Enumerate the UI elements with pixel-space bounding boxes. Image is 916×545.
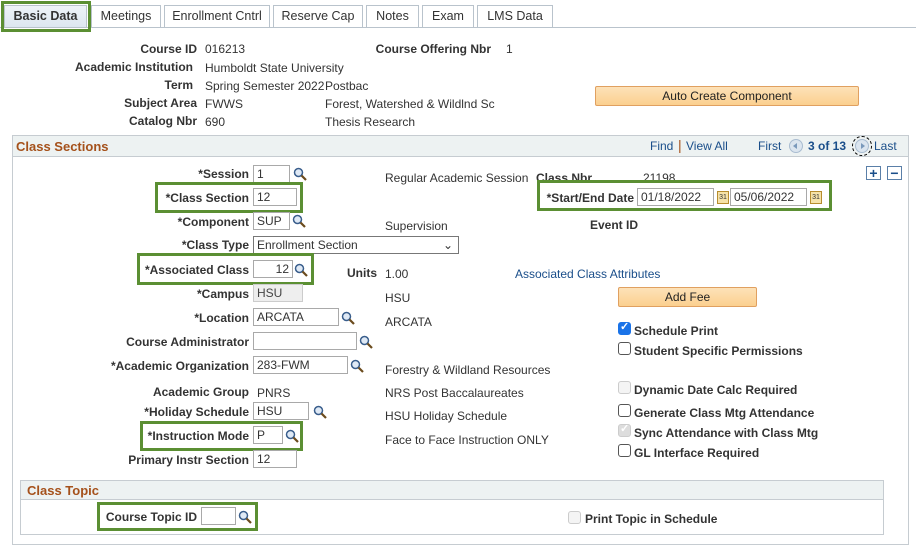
delete-row-icon[interactable]: −: [887, 166, 902, 180]
subject-area-description: Forest, Watershed & Wildlnd Sc: [325, 97, 495, 111]
add-fee-button[interactable]: Add Fee: [618, 287, 757, 307]
academic-organization-lookup-icon[interactable]: [350, 359, 364, 373]
highlight-box: [537, 180, 832, 211]
session-input[interactable]: 1: [253, 165, 290, 183]
chevron-down-icon: ⌄: [442, 238, 453, 252]
subject-area-value: FWWS: [205, 97, 243, 111]
catalog-nbr-label: Catalog Nbr: [128, 114, 197, 128]
holiday-schedule-input[interactable]: HSU: [253, 402, 309, 420]
catalog-description: Thesis Research: [325, 115, 416, 129]
holiday-schedule-label: *Holiday Schedule: [144, 405, 249, 419]
row-position: 3 of 13: [808, 139, 847, 153]
student-specific-permissions-checkbox[interactable]: [618, 342, 631, 355]
location-label: *Location: [194, 311, 249, 325]
tab-enrollment-cntrl[interactable]: Enrollment Cntrl: [164, 5, 270, 27]
view-all-link[interactable]: View All: [686, 139, 728, 153]
course-administrator-lookup-icon[interactable]: [359, 335, 373, 349]
academic-group-value: PNRS: [257, 386, 291, 400]
instruction-mode-description: Face to Face Instruction ONLY: [385, 433, 549, 447]
academic-organization-description: Forestry & Wildland Resources: [385, 363, 551, 377]
class-type-select[interactable]: Enrollment Section ⌄: [253, 236, 459, 254]
schedule-print-checkbox[interactable]: ✓: [618, 321, 631, 335]
next-icon[interactable]: [852, 136, 872, 156]
tab-reserve-cap[interactable]: Reserve Cap: [273, 5, 363, 27]
dynamic-date-calc-checkbox: [618, 381, 631, 394]
associated-class-attributes-link[interactable]: Associated Class Attributes: [515, 267, 660, 281]
primary-instr-section-input[interactable]: 12: [253, 450, 297, 468]
academic-group-description: NRS Post Baccalaureates: [385, 386, 524, 400]
term-value: Spring Semester 2022: [205, 79, 325, 93]
highlight-box: [137, 253, 314, 285]
component-input[interactable]: SUP: [253, 212, 290, 230]
course-administrator-input[interactable]: [253, 332, 357, 350]
location-input[interactable]: ARCATA: [253, 308, 339, 326]
units-value: 1.00: [385, 267, 409, 281]
holiday-schedule-description: HSU Holiday Schedule: [385, 409, 508, 423]
component-lookup-icon[interactable]: [292, 214, 306, 228]
location-description: ARCATA: [385, 315, 432, 329]
sync-attendance-checkbox: ✓: [618, 423, 631, 437]
generate-class-mtg-attendance-checkbox[interactable]: [618, 404, 631, 417]
course-id-value: 016213: [205, 42, 246, 56]
campus-description: HSU: [385, 291, 411, 305]
location-lookup-icon[interactable]: [341, 311, 355, 325]
holiday-schedule-lookup-icon[interactable]: [313, 405, 327, 419]
class-topic-header: [21, 481, 883, 500]
gl-interface-required-label: GL Interface Required: [634, 446, 760, 460]
last-link[interactable]: Last: [874, 139, 897, 153]
term-label: Term: [164, 78, 193, 92]
class-sections-title: Class Sections: [16, 139, 109, 154]
campus-input: HSU: [253, 284, 303, 302]
component-description: Supervision: [385, 219, 448, 233]
print-topic-checkbox: [568, 511, 581, 524]
primary-instr-section-label: Primary Instr Section: [128, 453, 249, 467]
highlight-box: [1, 1, 91, 32]
first-link[interactable]: First: [758, 139, 781, 153]
course-offering-label: Course Offering Nbr: [375, 42, 491, 56]
highlight-box: [97, 502, 258, 531]
units-label: Units: [347, 266, 377, 280]
add-row-icon[interactable]: +: [866, 166, 881, 180]
student-specific-permissions-label: Student Specific Permissions: [634, 344, 803, 358]
separator: |: [678, 137, 682, 153]
tab-lms-data[interactable]: LMS Data: [477, 5, 553, 27]
term-description: Postbac: [325, 79, 369, 93]
academic-organization-label: *Academic Organization: [110, 359, 249, 373]
class-type-value: Enrollment Section: [257, 238, 358, 252]
schedule-print-label: Schedule Print: [634, 324, 719, 338]
course-offering-value: 1: [506, 42, 513, 56]
academic-group-label: Academic Group: [152, 385, 249, 399]
catalog-nbr-value: 690: [205, 115, 226, 129]
sync-attendance-label: Sync Attendance with Class Mtg: [634, 426, 819, 440]
class-type-label: *Class Type: [181, 238, 249, 252]
highlight-box: [155, 182, 303, 213]
tab-meetings[interactable]: Meetings: [91, 5, 161, 27]
generate-class-mtg-attendance-label: Generate Class Mtg Attendance: [634, 406, 815, 420]
class-topic-title: Class Topic: [27, 483, 100, 498]
component-label: *Component: [177, 215, 249, 229]
session-label: *Session: [198, 167, 249, 181]
tab-exam[interactable]: Exam: [422, 5, 474, 27]
session-lookup-icon[interactable]: [293, 167, 307, 181]
campus-label: *Campus: [196, 287, 249, 301]
subject-area-label: Subject Area: [124, 96, 197, 110]
course-id-label: Course ID: [140, 42, 197, 56]
event-id-label: Event ID: [589, 218, 638, 232]
highlight-box: [140, 421, 303, 451]
gl-interface-required-checkbox[interactable]: [618, 444, 631, 457]
academic-organization-input[interactable]: 283-FWM: [253, 356, 348, 374]
tab-bar-line: [0, 27, 916, 28]
institution-value: Humboldt State University: [205, 61, 344, 75]
print-topic-label: Print Topic in Schedule: [585, 512, 718, 526]
tab-notes[interactable]: Notes: [366, 5, 419, 27]
find-link[interactable]: Find: [650, 139, 673, 153]
auto-create-component-button[interactable]: Auto Create Component: [595, 86, 859, 106]
institution-label: Academic Institution: [74, 60, 193, 74]
dynamic-date-calc-label: Dynamic Date Calc Required: [634, 383, 798, 397]
previous-icon[interactable]: [789, 139, 803, 153]
course-administrator-label: Course Administrator: [126, 335, 249, 349]
